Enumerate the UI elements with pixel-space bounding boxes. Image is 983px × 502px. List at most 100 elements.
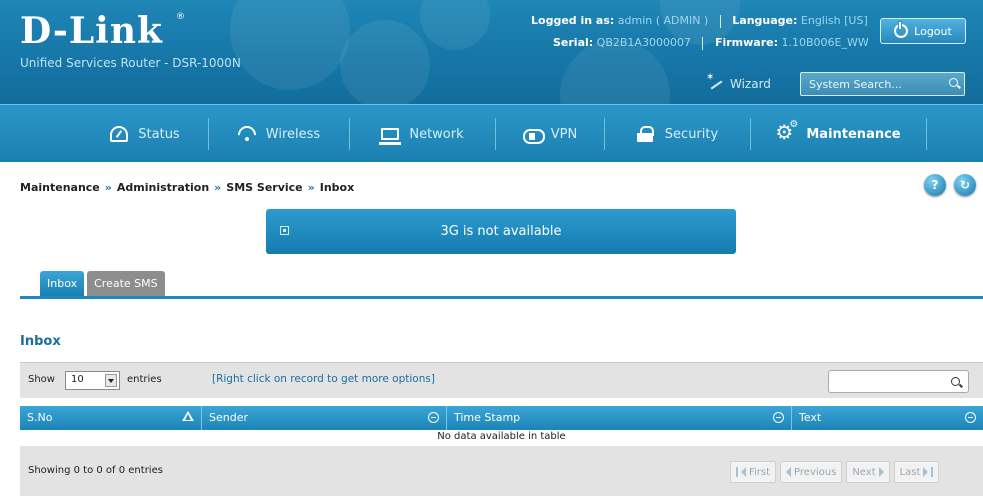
breadcrumb-sms-service[interactable]: SMS Service [226,181,302,194]
next-arrow-icon [878,467,884,477]
system-search-input[interactable]: System Search... [800,72,965,96]
nav-item-vpn[interactable]: VPN [496,105,604,163]
column-label: Text [799,411,822,424]
page-size-value: 10 [71,374,84,385]
cloud-lock-icon [522,126,545,144]
column-header-time-stamp[interactable]: Time Stamp [447,406,792,430]
next-label: Next [852,466,876,478]
nav-item-wireless[interactable]: Wireless [209,105,349,163]
table-info: Showing 0 to 0 of 0 entries [28,465,163,476]
sort-icon[interactable] [965,412,976,423]
dashboard-icon [110,126,129,142]
breadcrumb-maintenance[interactable]: Maintenance [20,181,100,194]
table-footer: Showing 0 to 0 of 0 entries First Previo… [20,446,983,496]
show-label: Show [28,374,55,385]
first-icon [736,467,738,477]
sort-ascending-icon[interactable] [182,411,194,421]
header-banner: D-Link ® Unified Services Router - DSR-1… [0,0,983,104]
breadcrumb-separator: » [214,181,222,194]
login-info: Logged in as: admin ( ADMIN ) Language: … [531,14,868,28]
column-label: Sender [209,411,248,424]
last-page-button[interactable]: Last [893,461,940,483]
divider [719,14,721,28]
nav-divider [926,118,927,150]
tab-create-sms[interactable]: Create SMS [87,271,165,296]
first-page-button[interactable]: First [730,461,777,483]
bokeh-decoration [560,40,670,104]
first-arrow-icon [741,467,746,477]
nav-label: Status [138,126,180,142]
first-label: First [749,466,771,478]
pagination: First Previous Next Last [730,461,940,483]
sort-icon[interactable] [428,412,439,423]
chevron-down-icon[interactable] [105,374,117,387]
logged-label: Logged in as: [531,14,615,27]
previous-arrow-icon [786,467,792,477]
info-icon [280,226,289,235]
main-nav: Status Wireless Network VPN Security Mai… [0,104,983,162]
table-empty-row: No data available in table [20,430,983,445]
nav-label: Maintenance [806,126,901,142]
wizard-label: Wizard [730,77,771,91]
column-header-text[interactable]: Text [792,406,983,430]
previous-label: Previous [794,466,837,478]
breadcrumb-separator: » [104,181,112,194]
status-alert: 3G is not available [266,209,736,254]
nav-label: Wireless [265,126,321,142]
nav-item-status[interactable]: Status [82,105,208,163]
alert-message: 3G is not available [440,224,562,239]
magic-wand-icon [706,72,724,91]
search-placeholder: System Search... [809,78,902,91]
device-info: Serial: QB2B1A3000007 Firmware: 1.10B006… [553,36,869,50]
firmware-label: Firmware: [714,36,778,49]
logged-user: admin ( ADMIN ) [617,14,709,27]
column-header-sender[interactable]: Sender [202,406,447,430]
nav-label: Network [409,126,464,142]
language-value[interactable]: English [US] [801,14,868,27]
breadcrumb: Maintenance » Administration » SMS Service » I… [20,181,354,194]
nav-label: Security [664,126,719,142]
page-size-select[interactable]: 10 [65,371,120,390]
help-icon[interactable]: ? [924,174,946,196]
breadcrumb-separator: » [307,181,315,194]
nav-item-security[interactable]: Security [605,105,750,163]
nav-item-network[interactable]: Network [350,105,495,163]
context-menu-hint: [Right click on record to get more optio… [212,373,435,385]
logout-button[interactable]: Logout [880,18,966,44]
registered-mark: ® [176,12,185,22]
wizard-link[interactable]: Wizard [706,72,771,91]
next-page-button[interactable]: Next [846,461,890,483]
gears-icon [775,119,798,144]
power-icon [894,22,909,38]
column-header-sno[interactable]: S.No [20,406,202,430]
tab-inbox[interactable]: Inbox [40,271,85,296]
bokeh-decoration [340,20,430,104]
entries-label: entries [127,374,162,385]
previous-page-button[interactable]: Previous [780,461,843,483]
section-title: Inbox [20,334,61,349]
bokeh-decoration [230,0,350,90]
wifi-icon [238,126,256,142]
last-icon [931,467,934,477]
tab-bar: Inbox Create SMS [40,271,165,296]
divider [702,36,704,50]
bokeh-decoration [420,0,490,50]
dlink-logo: D-Link [20,10,163,52]
search-icon[interactable] [949,78,958,87]
breadcrumb-inbox: Inbox [319,181,355,194]
breadcrumb-administration[interactable]: Administration [117,181,209,194]
table-search-input[interactable] [828,370,969,393]
column-label: Time Stamp [454,411,521,424]
tab-underline [20,296,983,299]
lock-icon [636,126,655,142]
column-label: S.No [27,411,53,424]
refresh-icon[interactable]: ↻ [954,174,976,196]
sort-icon[interactable] [773,412,784,423]
product-subtitle: Unified Services Router - DSR-1000N [20,56,241,70]
search-icon[interactable] [951,377,960,386]
nav-item-maintenance[interactable]: Maintenance [751,105,926,163]
last-label: Last [899,466,921,478]
nav-label: VPN [550,126,578,142]
table-header: S.No Sender Time Stamp Text [20,406,983,430]
last-arrow-icon [923,467,929,477]
